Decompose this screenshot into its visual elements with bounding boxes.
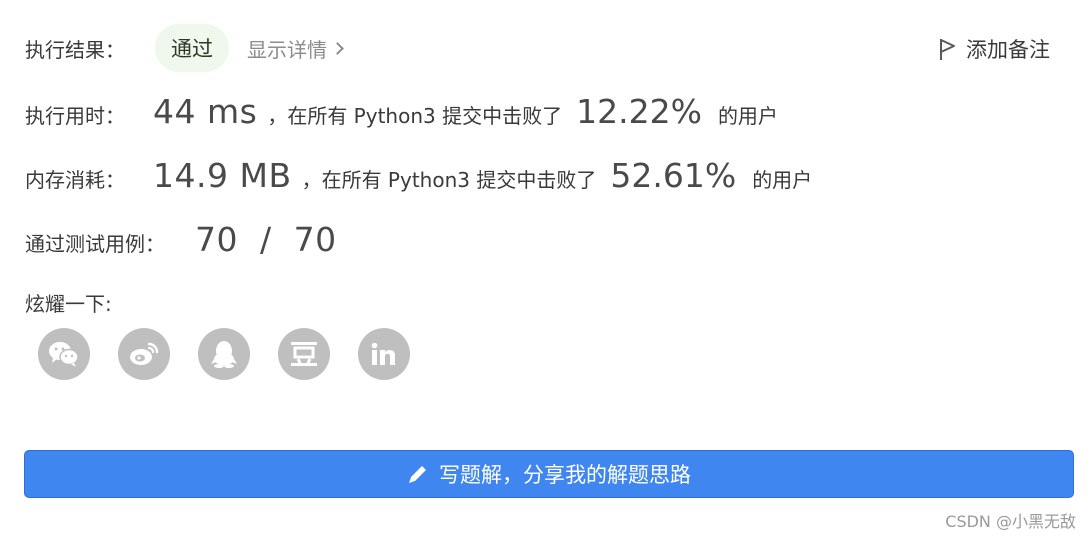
result-row: 执行结果： 通过 显示详情 <box>25 24 344 72</box>
weibo-icon[interactable] <box>118 328 170 380</box>
memory-percent: 52.61% <box>610 156 737 195</box>
linkedin-icon[interactable] <box>358 328 410 380</box>
result-label: 执行结果： <box>25 37 125 62</box>
runtime-users-text: 的用户 <box>717 104 778 128</box>
show-details-label: 显示详情 <box>247 37 327 62</box>
chevron-right-icon <box>331 41 344 55</box>
test-cases-row: 通过测试用例： 70 / 70 <box>25 220 337 259</box>
test-cases-label: 通过测试用例： <box>25 232 165 256</box>
runtime-beat-text: ，在所有 Python3 提交中击败了 <box>267 104 563 128</box>
add-note-button[interactable]: 添加备注 <box>938 34 1050 64</box>
share-icons <box>38 328 410 380</box>
runtime-row: 执行用时： 44 ms ，在所有 Python3 提交中击败了 12.22% 的… <box>25 92 778 131</box>
share-row: 炫耀一下: <box>25 288 112 317</box>
wechat-icon[interactable] <box>38 328 90 380</box>
status-badge: 通过 <box>155 24 229 72</box>
memory-users-text: 的用户 <box>752 168 813 192</box>
memory-beat-text: ，在所有 Python3 提交中击败了 <box>301 168 597 192</box>
memory-label: 内存消耗： <box>25 168 125 192</box>
douban-icon[interactable] <box>278 328 330 380</box>
write-solution-label: 写题解，分享我的解题思路 <box>439 463 691 487</box>
test-cases-value: 70 / 70 <box>195 220 337 259</box>
memory-value: 14.9 MB <box>153 156 292 195</box>
share-label: 炫耀一下: <box>25 292 112 316</box>
memory-row: 内存消耗： 14.9 MB ，在所有 Python3 提交中击败了 52.61%… <box>25 156 812 195</box>
pencil-icon <box>409 466 426 483</box>
write-solution-button[interactable]: 写题解，分享我的解题思路 <box>24 450 1074 498</box>
flag-icon <box>940 39 955 60</box>
runtime-percent: 12.22% <box>576 92 702 131</box>
runtime-value: 44 ms <box>153 92 258 131</box>
add-note-label: 添加备注 <box>966 38 1050 62</box>
runtime-label: 执行用时： <box>25 104 125 128</box>
qq-icon[interactable] <box>198 328 250 380</box>
watermark: CSDN @小黑无敌 <box>945 512 1076 531</box>
show-details-link[interactable]: 显示详情 <box>247 34 344 63</box>
